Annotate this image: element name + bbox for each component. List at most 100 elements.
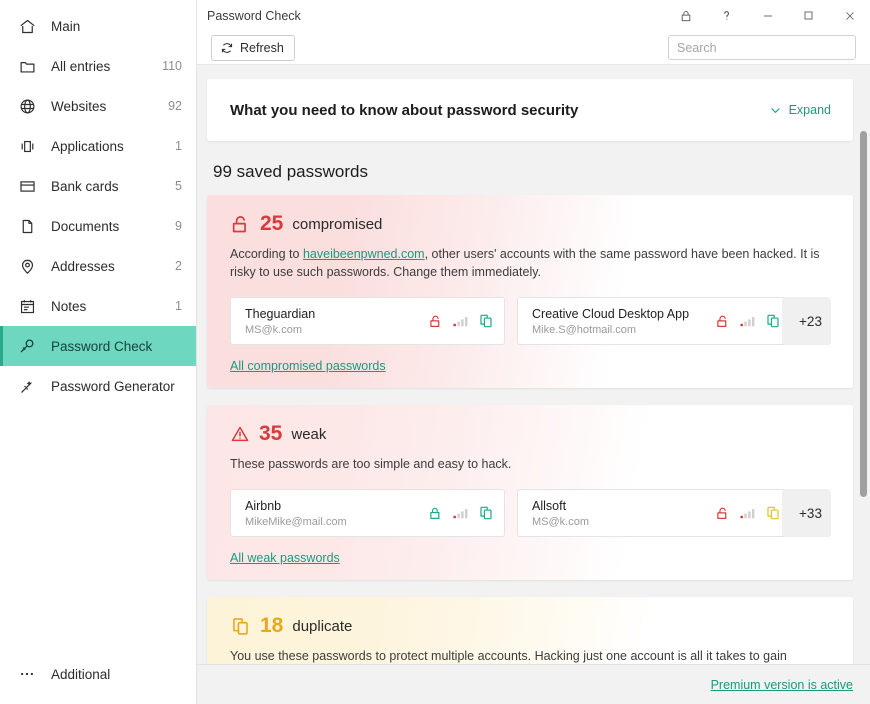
- scrollbar-thumb[interactable]: [860, 131, 867, 497]
- category-header: 35 weak: [230, 422, 833, 446]
- all-compromised-passwords-link[interactable]: All compromised passwords: [230, 359, 386, 373]
- entry-name: Theguardian: [245, 307, 420, 321]
- category-card-duplicate: 18 duplicate You use these passwords to …: [207, 597, 853, 664]
- entry-icons: [715, 313, 781, 329]
- unlocked-padlock-icon[interactable]: [715, 506, 730, 521]
- unlocked-padlock-icon: [230, 214, 251, 235]
- maximize-icon[interactable]: [788, 0, 829, 31]
- minimize-icon[interactable]: [747, 0, 788, 31]
- security-info-banner[interactable]: What you need to know about password sec…: [207, 79, 853, 141]
- magic-wand-icon: [17, 376, 37, 396]
- search-input[interactable]: [677, 41, 847, 55]
- entry-item[interactable]: Creative Cloud Desktop App Mike.S@hotmai…: [517, 297, 792, 345]
- entry-login: Mike.S@hotmail.com: [532, 324, 707, 336]
- expand-button[interactable]: Expand: [769, 103, 831, 117]
- locked-padlock-icon[interactable]: [428, 506, 443, 521]
- sidebar-nav: Main All entries 110 Websites 92: [0, 0, 196, 406]
- chevron-down-icon: [769, 104, 782, 117]
- sidebar: Main All entries 110 Websites 92: [0, 0, 197, 704]
- signal-bars-icon: [740, 314, 755, 328]
- more-entries-badge[interactable]: +23: [782, 297, 831, 345]
- lock-icon[interactable]: [665, 0, 706, 31]
- location-pin-icon: [17, 256, 37, 276]
- category-word: duplicate: [292, 618, 352, 635]
- vertical-scrollbar[interactable]: [859, 131, 868, 664]
- sidebar-item-bank-cards[interactable]: Bank cards 5: [0, 166, 196, 206]
- search-box[interactable]: [668, 35, 856, 60]
- copy-icon: [230, 616, 251, 637]
- sidebar-item-label: Addresses: [51, 259, 175, 274]
- sidebar-item-count: 1: [175, 139, 182, 153]
- category-word: compromised: [292, 216, 382, 233]
- sidebar-item-additional[interactable]: Additional: [0, 654, 196, 694]
- category-count: 18: [260, 614, 283, 638]
- entry-name: Airbnb: [245, 499, 420, 513]
- haveibeenpwned-link[interactable]: haveibeenpwned.com: [303, 247, 425, 261]
- folder-icon: [17, 56, 37, 76]
- entry-text: Creative Cloud Desktop App Mike.S@hotmai…: [532, 307, 707, 336]
- entry-text: Allsoft MS@k.com: [532, 499, 707, 528]
- entry-item[interactable]: Theguardian MS@k.com: [230, 297, 505, 345]
- refresh-button[interactable]: Refresh: [211, 35, 295, 61]
- entry-name: Creative Cloud Desktop App: [532, 307, 707, 321]
- sidebar-item-count: 1: [175, 299, 182, 313]
- sidebar-item-documents[interactable]: Documents 9: [0, 206, 196, 246]
- close-icon[interactable]: [829, 0, 870, 31]
- sidebar-item-label: Websites: [51, 99, 168, 114]
- signal-bars-icon: [740, 506, 755, 520]
- ellipsis-icon: [17, 664, 37, 684]
- help-icon[interactable]: [706, 0, 747, 31]
- copy-icon[interactable]: [478, 313, 494, 329]
- entry-icons: [715, 505, 781, 521]
- entry-list: Theguardian MS@k.com: [230, 297, 833, 345]
- sidebar-item-all-entries[interactable]: All entries 110: [0, 46, 196, 86]
- entry-item[interactable]: Airbnb MikeMike@mail.com: [230, 489, 505, 537]
- key-icon: [17, 336, 37, 356]
- entry-item[interactable]: Allsoft MS@k.com: [517, 489, 792, 537]
- category-count: 35: [259, 422, 282, 446]
- refresh-label: Refresh: [240, 41, 284, 55]
- sidebar-bottom: Additional: [0, 654, 196, 704]
- category-description: According to haveibeenpwned.com, other u…: [230, 245, 826, 281]
- sidebar-item-label: Additional: [51, 667, 182, 682]
- copy-icon[interactable]: [765, 313, 781, 329]
- window-controls: [665, 0, 870, 31]
- premium-status-link[interactable]: Premium version is active: [711, 678, 853, 692]
- sidebar-item-notes[interactable]: Notes 1: [0, 286, 196, 326]
- sidebar-item-count: 92: [168, 99, 182, 113]
- unlocked-padlock-icon[interactable]: [428, 314, 443, 329]
- window-title: Password Check: [207, 9, 301, 23]
- sidebar-item-label: Password Generator: [51, 379, 182, 394]
- sidebar-item-main[interactable]: Main: [0, 6, 196, 46]
- sidebar-item-password-generator[interactable]: Password Generator: [0, 366, 196, 406]
- entry-text: Theguardian MS@k.com: [245, 307, 420, 336]
- sidebar-item-addresses[interactable]: Addresses 2: [0, 246, 196, 286]
- category-description: You use these passwords to protect multi…: [230, 647, 826, 664]
- entry-login: MS@k.com: [245, 324, 420, 336]
- unlocked-padlock-icon[interactable]: [715, 314, 730, 329]
- entry-group: Creative Cloud Desktop App Mike.S@hotmai…: [517, 297, 831, 345]
- category-card-weak: 35 weak These passwords are too simple a…: [207, 405, 853, 580]
- entry-icons: [428, 505, 494, 521]
- entry-text: Airbnb MikeMike@mail.com: [245, 499, 420, 528]
- entry-group: Allsoft MS@k.com: [517, 489, 831, 537]
- content-scroll-area: What you need to know about password sec…: [197, 65, 870, 664]
- sidebar-item-websites[interactable]: Websites 92: [0, 86, 196, 126]
- copy-icon[interactable]: [478, 505, 494, 521]
- globe-icon: [17, 96, 37, 116]
- more-entries-badge[interactable]: +33: [782, 489, 831, 537]
- sidebar-item-applications[interactable]: Applications 1: [0, 126, 196, 166]
- category-description: These passwords are too simple and easy …: [230, 455, 826, 473]
- toolbar: Refresh: [197, 31, 870, 65]
- sidebar-item-label: Documents: [51, 219, 175, 234]
- all-weak-passwords-link[interactable]: All weak passwords: [230, 551, 340, 565]
- desc-before: According to: [230, 247, 303, 261]
- entry-icons: [428, 313, 494, 329]
- copy-icon[interactable]: [765, 505, 781, 521]
- category-header: 25 compromised: [230, 212, 833, 236]
- banner-title: What you need to know about password sec…: [230, 102, 578, 119]
- signal-bars-icon: [453, 314, 468, 328]
- sidebar-item-password-check[interactable]: Password Check: [0, 326, 196, 366]
- category-header: 18 duplicate: [230, 614, 833, 638]
- status-bar: Premium version is active: [197, 664, 870, 704]
